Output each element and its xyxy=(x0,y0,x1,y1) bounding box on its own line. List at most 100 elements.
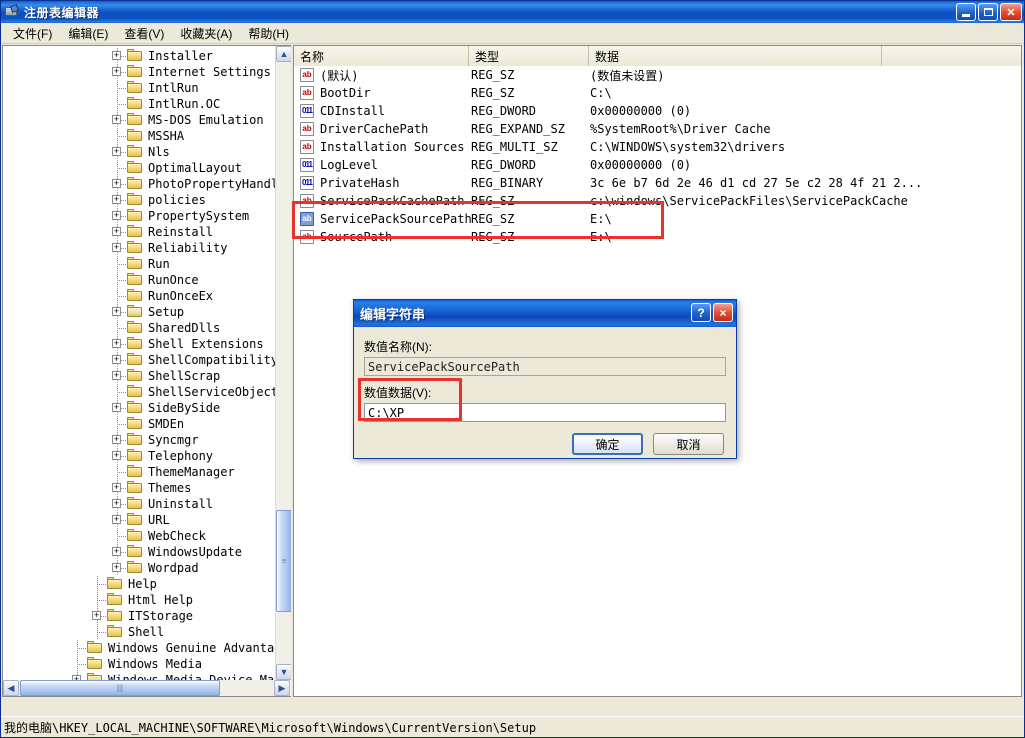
string-value-icon: ab xyxy=(300,68,314,82)
tree-item[interactable]: Windows Media xyxy=(3,656,275,672)
tree-item[interactable]: +Setup xyxy=(3,304,275,320)
tree-item[interactable]: +Telephony xyxy=(3,448,275,464)
tree-horizontal-scrollbar[interactable]: ◀ ▶ ||| xyxy=(3,680,290,696)
tree-item[interactable]: Help xyxy=(3,576,275,592)
tree-expand-icon[interactable]: + xyxy=(112,371,121,380)
tree-expand-icon[interactable]: + xyxy=(112,483,121,492)
tree-item[interactable]: SMDEn xyxy=(3,416,275,432)
tree-item[interactable]: Windows Genuine Advantage xyxy=(3,640,275,656)
tree-scroll-right-button[interactable]: ▶ xyxy=(274,680,290,696)
tree-item[interactable]: RunOnceEx xyxy=(3,288,275,304)
tree-expand-icon[interactable]: + xyxy=(92,611,101,620)
registry-value-row[interactable]: abDriverCachePathREG_EXPAND_SZ%SystemRoo… xyxy=(294,120,1021,138)
dialog-help-button[interactable]: ? xyxy=(691,303,711,322)
tree-item[interactable]: +PropertySystem xyxy=(3,208,275,224)
tree-expand-icon[interactable]: + xyxy=(112,339,121,348)
cancel-button[interactable]: 取消 xyxy=(653,433,724,455)
tree-item[interactable]: +Internet Settings xyxy=(3,64,275,80)
tree-item[interactable]: +Themes xyxy=(3,480,275,496)
tree-item[interactable]: IntlRun xyxy=(3,80,275,96)
tree-item[interactable]: +ShellScrap xyxy=(3,368,275,384)
tree-expand-icon[interactable]: + xyxy=(112,355,121,364)
tree-scrollbar-thumb[interactable]: ≡ xyxy=(276,510,291,612)
tree-scroll-left-button[interactable]: ◀ xyxy=(3,680,19,696)
tree-item[interactable]: +ITStorage xyxy=(3,608,275,624)
tree-item[interactable]: MSSHA xyxy=(3,128,275,144)
registry-value-row[interactable]: 011CDInstallREG_DWORD0x00000000 (0) xyxy=(294,102,1021,120)
dialog-close-button[interactable]: × xyxy=(713,303,733,322)
menu-favorites[interactable]: 收藏夹(A) xyxy=(172,23,240,44)
tree-expand-icon[interactable]: + xyxy=(112,243,121,252)
tree-expand-icon[interactable]: + xyxy=(112,195,121,204)
tree-expand-icon[interactable]: + xyxy=(112,515,121,524)
tree-expand-icon[interactable]: + xyxy=(112,211,121,220)
tree-item[interactable]: OptimalLayout xyxy=(3,160,275,176)
registry-tree[interactable]: +Installer+Internet SettingsIntlRunIntlR… xyxy=(3,46,275,696)
column-header-data[interactable]: 数据 xyxy=(589,46,882,66)
tree-item-label: Help xyxy=(128,577,157,591)
tree-expand-icon[interactable]: + xyxy=(112,451,121,460)
tree-scroll-up-button[interactable]: ▲ xyxy=(276,46,291,62)
registry-value-row[interactable]: 011PrivateHashREG_BINARY3c 6e b7 6d 2e 4… xyxy=(294,174,1021,192)
menu-edit[interactable]: 编辑(E) xyxy=(60,23,116,44)
tree-item[interactable]: +Installer xyxy=(3,48,275,64)
registry-value-row[interactable]: ab(默认)REG_SZ(数值未设置) xyxy=(294,66,1021,84)
tree-item[interactable]: +PhotoPropertyHandler xyxy=(3,176,275,192)
tree-vertical-scrollbar[interactable]: ▲ ▼ ≡ xyxy=(275,46,291,680)
tree-expand-icon[interactable]: + xyxy=(112,307,121,316)
tree-item[interactable]: SharedDlls xyxy=(3,320,275,336)
registry-value-row[interactable]: abServicePackSourcePathREG_SZE:\ xyxy=(294,210,1021,228)
tree-item[interactable]: +Uninstall xyxy=(3,496,275,512)
registry-value-row[interactable]: abBootDirREG_SZC:\ xyxy=(294,84,1021,102)
tree-item[interactable]: +Wordpad xyxy=(3,560,275,576)
tree-expand-icon[interactable]: + xyxy=(112,435,121,444)
tree-expand-icon[interactable]: + xyxy=(112,147,121,156)
menu-file[interactable]: 文件(F) xyxy=(5,23,60,44)
tree-item[interactable]: Html Help xyxy=(3,592,275,608)
menu-view[interactable]: 查看(V) xyxy=(116,23,172,44)
column-header-name[interactable]: 名称 xyxy=(294,46,469,66)
tree-item[interactable]: +MS-DOS Emulation xyxy=(3,112,275,128)
registry-value-row[interactable]: abSourcePathREG_SZE:\ xyxy=(294,228,1021,246)
tree-item[interactable]: IntlRun.OC xyxy=(3,96,275,112)
tree-item[interactable]: ShellServiceObjectDelayLoad xyxy=(3,384,275,400)
close-button[interactable]: ✕ xyxy=(1000,3,1022,21)
tree-item[interactable]: +ShellCompatibility xyxy=(3,352,275,368)
tree-expand-icon[interactable]: + xyxy=(112,227,121,236)
tree-item[interactable]: +SideBySide xyxy=(3,400,275,416)
tree-item[interactable]: +URL xyxy=(3,512,275,528)
minimize-button[interactable] xyxy=(956,3,976,21)
tree-item[interactable]: Run xyxy=(3,256,275,272)
menu-help[interactable]: 帮助(H) xyxy=(240,23,297,44)
tree-connector xyxy=(117,464,118,480)
tree-hscrollbar-thumb[interactable]: ||| xyxy=(20,680,220,696)
tree-item[interactable]: +WindowsUpdate xyxy=(3,544,275,560)
maximize-button[interactable] xyxy=(978,3,998,21)
tree-expand-icon[interactable]: + xyxy=(112,563,121,572)
tree-expand-icon[interactable]: + xyxy=(112,547,121,556)
tree-item[interactable]: +Shell Extensions xyxy=(3,336,275,352)
tree-expand-icon[interactable]: + xyxy=(112,499,121,508)
value-data-field[interactable]: C:\XP xyxy=(364,403,726,422)
tree-item[interactable]: RunOnce xyxy=(3,272,275,288)
tree-item[interactable]: +Reinstall xyxy=(3,224,275,240)
tree-item[interactable]: +policies xyxy=(3,192,275,208)
tree-item[interactable]: +Nls xyxy=(3,144,275,160)
tree-item[interactable]: WebCheck xyxy=(3,528,275,544)
column-header-type[interactable]: 类型 xyxy=(469,46,589,66)
ok-button[interactable]: 确定 xyxy=(572,433,643,455)
tree-expand-icon[interactable]: + xyxy=(112,179,121,188)
tree-expand-icon[interactable]: + xyxy=(112,403,121,412)
registry-value-row[interactable]: 011LogLevelREG_DWORD0x00000000 (0) xyxy=(294,156,1021,174)
registry-value-row[interactable]: abServicePackCachePathREG_SZc:\windows\S… xyxy=(294,192,1021,210)
tree-item[interactable]: Shell xyxy=(3,624,275,640)
tree-expand-icon[interactable]: + xyxy=(112,51,121,60)
tree-scroll-down-button[interactable]: ▼ xyxy=(276,664,291,680)
registry-value-row[interactable]: abInstallation SourcesREG_MULTI_SZC:\WIN… xyxy=(294,138,1021,156)
tree-expand-icon[interactable]: + xyxy=(112,115,121,124)
tree-item[interactable]: ThemeManager xyxy=(3,464,275,480)
tree-item[interactable]: +Reliability xyxy=(3,240,275,256)
tree-item[interactable]: +Syncmgr xyxy=(3,432,275,448)
tree-expand-icon[interactable]: + xyxy=(112,67,121,76)
value-name-field[interactable]: ServicePackSourcePath xyxy=(364,357,726,376)
